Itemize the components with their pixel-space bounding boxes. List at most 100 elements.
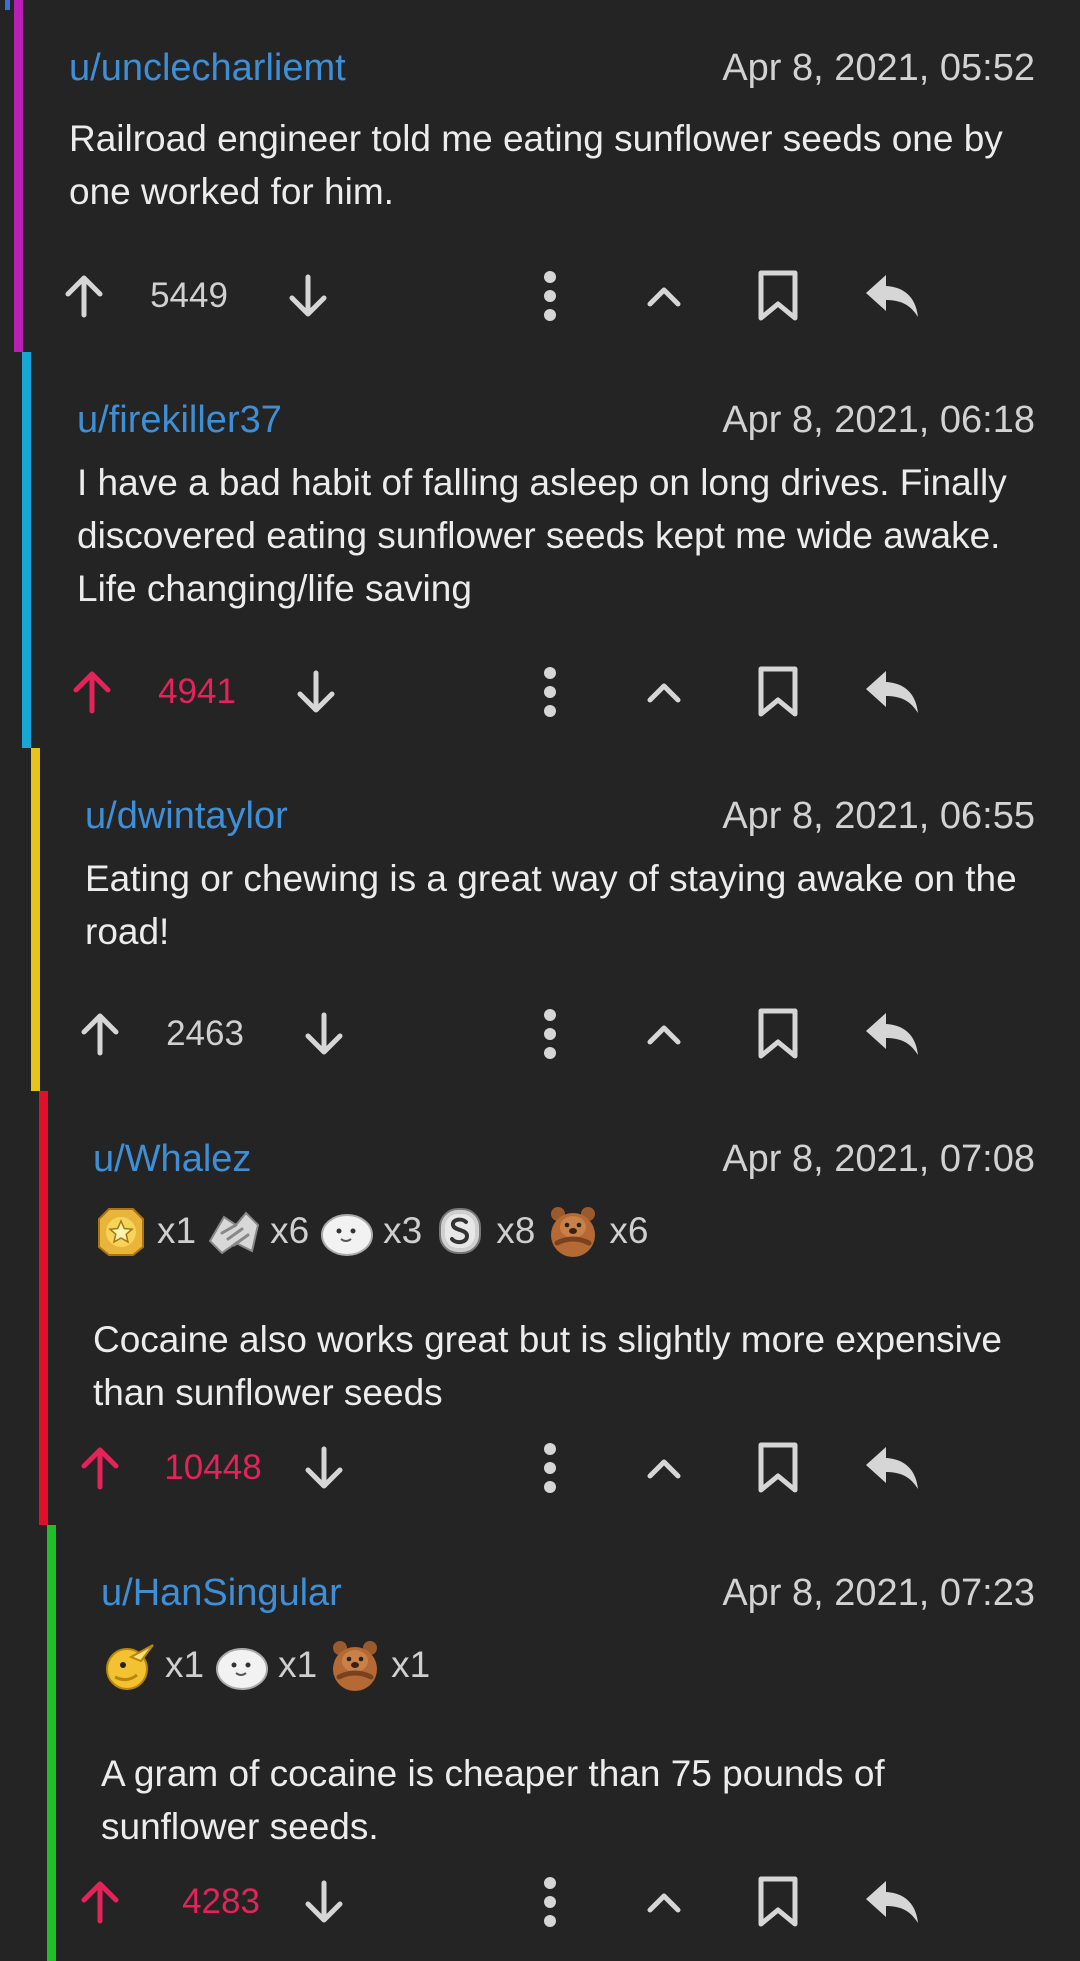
award-count: x1: [157, 1210, 197, 1251]
comment-body: I have a bad habit of falling asleep on …: [77, 462, 1007, 609]
more-vertical-icon: [544, 667, 556, 717]
bear-award-icon: [551, 1207, 596, 1257]
award: x3: [319, 1203, 424, 1259]
silver-coin-award-icon: [439, 1208, 482, 1254]
bookmark-icon: [758, 666, 798, 717]
comment-timestamp: Apr 8, 2021, 06:18: [722, 399, 1035, 441]
comment-body: Eating or chewing is a great way of stay…: [85, 858, 1017, 952]
downvote-button[interactable]: [278, 256, 338, 336]
downvote-button[interactable]: [294, 994, 354, 1074]
award-count: x1: [165, 1644, 205, 1685]
upvote-button[interactable]: [70, 1862, 130, 1942]
reply-button[interactable]: [862, 994, 922, 1074]
awards-row[interactable]: x1 x6 x3 x8 x6: [93, 1201, 658, 1261]
reply-arrow-icon: [866, 1447, 918, 1489]
award-count: x6: [270, 1210, 310, 1251]
comment-body: A gram of cocaine is cheaper than 75 pou…: [101, 1753, 885, 1847]
comment-author[interactable]: u/firekiller37: [77, 396, 282, 444]
upvote-button[interactable]: [54, 256, 114, 336]
award-count: x6: [609, 1210, 649, 1251]
collapse-button[interactable]: [634, 256, 694, 336]
more-vertical-icon: [544, 1877, 556, 1927]
arrow-up-icon: [81, 1881, 119, 1924]
comment-actions: 4941: [22, 652, 1080, 732]
reply-arrow-icon: [866, 1881, 918, 1923]
award-count: x3: [383, 1210, 423, 1251]
save-button[interactable]: [748, 652, 808, 732]
award: x1: [214, 1637, 319, 1693]
arrow-down-icon: [305, 1880, 343, 1923]
comment-score: 2463: [166, 1014, 244, 1053]
award: x6: [206, 1203, 311, 1259]
bear-award-icon: [333, 1641, 378, 1691]
reply-arrow-icon: [866, 671, 918, 713]
more-vertical-icon: [544, 271, 556, 321]
snipe-bird-award-icon: [106, 1644, 154, 1690]
collapse-button[interactable]: [634, 994, 694, 1074]
downvote-button[interactable]: [286, 652, 346, 732]
downvote-button[interactable]: [294, 1428, 354, 1508]
arrow-down-icon: [297, 670, 335, 713]
parent-thread-line: [5, 0, 10, 10]
arrow-up-icon: [73, 671, 111, 714]
arrow-down-icon: [305, 1012, 343, 1055]
awards-row[interactable]: x1 x1 x1: [101, 1635, 440, 1695]
reply-button[interactable]: [862, 256, 922, 336]
arrow-down-icon: [289, 274, 327, 317]
comment-score: 4283: [182, 1882, 260, 1921]
collapse-button[interactable]: [634, 1862, 694, 1942]
arrow-down-icon: [305, 1446, 343, 1489]
comment-score: 10448: [164, 1448, 262, 1487]
arrow-up-icon: [65, 275, 103, 318]
more-options-button[interactable]: [520, 1428, 580, 1508]
more-options-button[interactable]: [520, 1862, 580, 1942]
chevron-up-icon: [647, 1893, 681, 1913]
more-options-button[interactable]: [520, 994, 580, 1074]
save-button[interactable]: [748, 1862, 808, 1942]
comment-timestamp: Apr 8, 2021, 05:52: [722, 47, 1035, 89]
reply-button[interactable]: [862, 1428, 922, 1508]
comment-score: 5449: [150, 276, 228, 315]
award: x6: [545, 1203, 650, 1259]
save-button[interactable]: [748, 994, 808, 1074]
arrow-up-icon: [81, 1447, 119, 1490]
more-options-button[interactable]: [520, 652, 580, 732]
downvote-button[interactable]: [294, 1862, 354, 1942]
collapse-button[interactable]: [634, 652, 694, 732]
bookmark-icon: [758, 1442, 798, 1493]
collapse-button[interactable]: [634, 1428, 694, 1508]
bookmark-icon: [758, 270, 798, 321]
more-vertical-icon: [544, 1009, 556, 1059]
award: x1: [327, 1637, 432, 1693]
arrow-up-icon: [81, 1013, 119, 1056]
comment: u/HanSingular Apr 8, 2021, 07:23 x1 x1 x…: [47, 1525, 1080, 1961]
award-count: x1: [391, 1644, 431, 1685]
comment-timestamp: Apr 8, 2021, 07:08: [722, 1138, 1035, 1180]
bookmark-icon: [758, 1008, 798, 1059]
comment-score: 4941: [158, 672, 236, 711]
upvote-button[interactable]: [70, 994, 130, 1074]
comment-actions: 4283: [47, 1862, 1080, 1942]
reply-arrow-icon: [866, 1013, 918, 1055]
bookmark-icon: [758, 1876, 798, 1927]
save-button[interactable]: [748, 1428, 808, 1508]
chevron-up-icon: [647, 1459, 681, 1479]
comment: u/unclecharliemt Apr 8, 2021, 05:52 Rail…: [5, 0, 1080, 352]
reply-button[interactable]: [862, 652, 922, 732]
gold-star-award-icon: [98, 1208, 144, 1256]
save-button[interactable]: [748, 256, 808, 336]
upvote-button[interactable]: [70, 1428, 130, 1508]
comment-actions: 2463: [31, 994, 1080, 1074]
comment: u/Whalez Apr 8, 2021, 07:08 x1 x6 x3 x8 …: [39, 1091, 1080, 1525]
comment-timestamp: Apr 8, 2021, 06:55: [722, 795, 1035, 837]
more-options-button[interactable]: [520, 256, 580, 336]
upvote-button[interactable]: [62, 652, 122, 732]
handshake-award-icon: [208, 1211, 260, 1255]
award-count: x8: [496, 1210, 536, 1251]
reply-button[interactable]: [862, 1862, 922, 1942]
comment-author[interactable]: u/HanSingular: [101, 1569, 342, 1617]
comment-author[interactable]: u/Whalez: [93, 1135, 251, 1183]
comment-author[interactable]: u/unclecharliemt: [69, 44, 346, 92]
comment-author[interactable]: u/dwintaylor: [85, 792, 288, 840]
chevron-up-icon: [647, 287, 681, 307]
